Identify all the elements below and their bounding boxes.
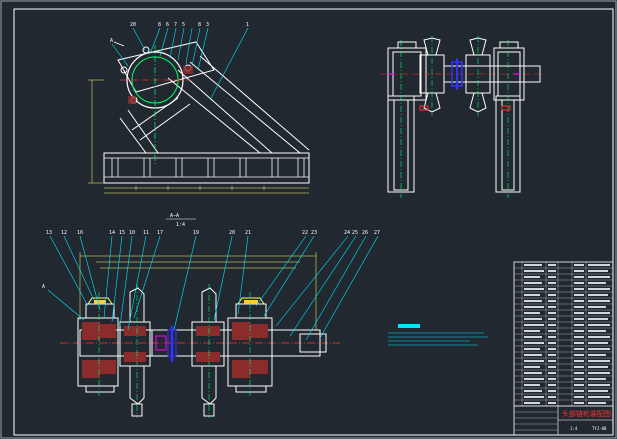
side-mark-letter: A	[42, 284, 45, 290]
balloon-label: 23	[311, 230, 317, 236]
cad-drawing-canvas: 20 8 6 7 5 8 3 1 A A—A 1:4 13 12 16 14 1…	[0, 0, 617, 439]
front-balloon-labels: 20 8 6 7 5 8 3 1	[130, 22, 249, 28]
base-ribs	[111, 158, 305, 177]
balloon-label: 24	[344, 230, 350, 236]
balloon-label: 10	[129, 230, 135, 236]
hatched-block	[128, 96, 136, 104]
left-bearing-assembly	[77, 292, 119, 396]
drawing-scale: 1:4	[570, 426, 578, 431]
balloon-label: 6	[166, 22, 169, 28]
balloon-label: 20	[130, 22, 136, 28]
balloon-label: 20	[229, 230, 235, 236]
section-mark-letter: A	[110, 38, 113, 44]
balloon-label: 22	[302, 230, 308, 236]
balloon-label: 15	[119, 230, 125, 236]
side-view	[380, 36, 545, 198]
balloon-label: 3	[206, 22, 209, 28]
balloon-label: 25	[352, 230, 358, 236]
balloon-label: 8	[198, 22, 201, 28]
balloon-label: 16	[77, 230, 83, 236]
inclined-struts	[119, 55, 310, 154]
left-sprocket-section	[119, 284, 151, 418]
right-bearing-assembly	[227, 292, 273, 396]
balloon-label: 26	[362, 230, 368, 236]
drawing-title: 头部链轮装配图	[562, 409, 611, 418]
balloon-label: 11	[143, 230, 149, 236]
title-block: 头部链轮装配图 TYJ-00 1:4	[513, 261, 614, 436]
section-title: A—A	[170, 213, 179, 219]
section-mark: A	[110, 38, 125, 47]
balloon-label: 7	[174, 22, 177, 28]
front-dimensions	[88, 79, 309, 194]
technical-notes	[388, 324, 488, 346]
balloon-label: 12	[61, 230, 67, 236]
middle-sprocket-section	[191, 284, 225, 418]
balloon-label: 27	[374, 230, 380, 236]
balloon-label: 1	[246, 22, 249, 28]
balloon-label: 19	[193, 230, 199, 236]
hatched-block	[183, 66, 193, 74]
section-scale: 1:4	[176, 222, 185, 228]
balloon-label: 13	[46, 230, 52, 236]
drawing-number: TYJ-00	[592, 426, 607, 431]
balloon-label: 21	[245, 230, 251, 236]
section-balloon-labels: 13 12 16 14 15 10 11 17 19 20 21 22 23 2…	[46, 230, 380, 236]
balloon-label: 17	[157, 230, 163, 236]
spacer-section	[151, 326, 193, 362]
balloon-label: 8	[158, 22, 161, 28]
balloon-label: 14	[109, 230, 115, 236]
section-view: A—A 1:4 13 12 16 14 15 10 11 17 19 20 21…	[42, 213, 380, 418]
front-view: 20 8 6 7 5 8 3 1 A	[88, 22, 310, 194]
balloon-label: 5	[182, 22, 185, 28]
